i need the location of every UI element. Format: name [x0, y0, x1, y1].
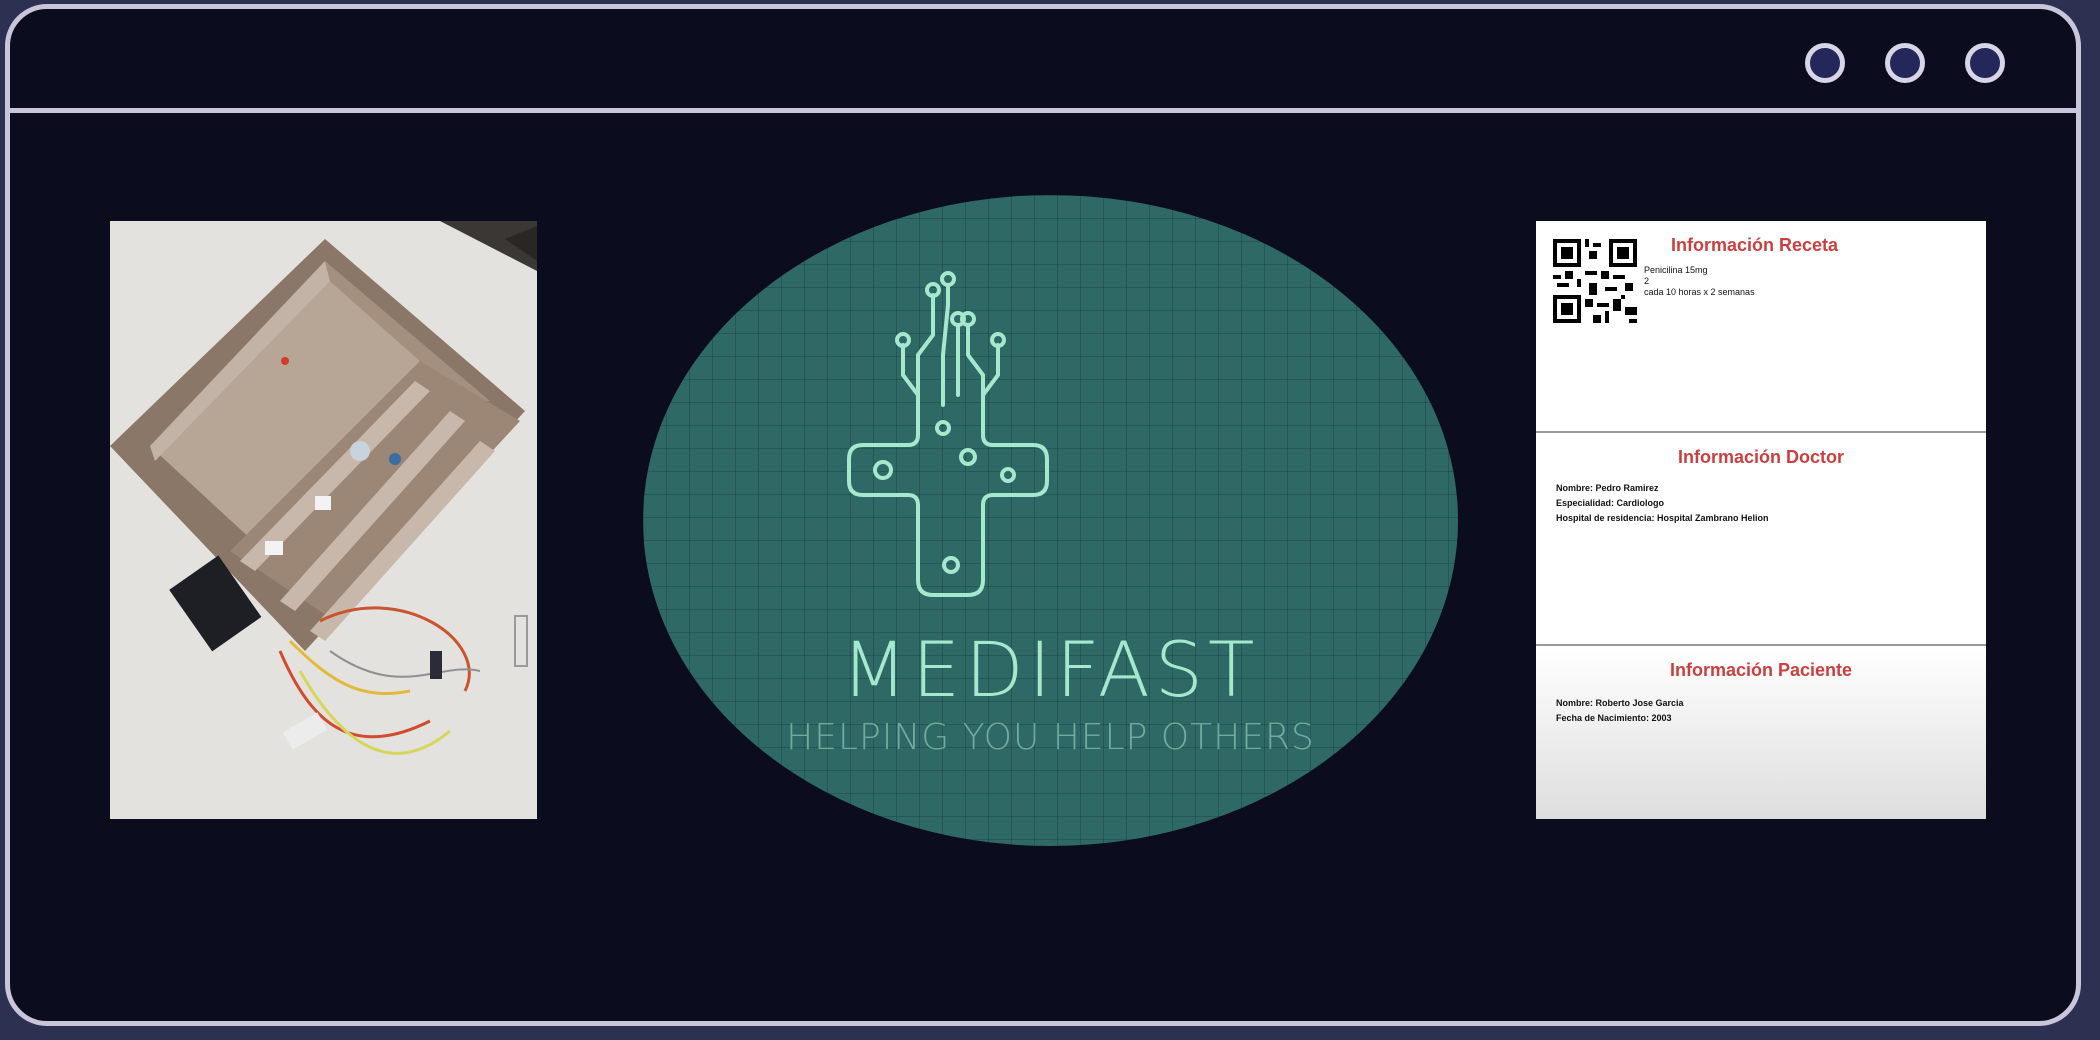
doctor-details: Nombre: Pedro Ramirez Especialidad: Card… [1556, 481, 1769, 526]
dose-line: 2 [1644, 276, 1650, 286]
receta-details: Penicilina 15mg 2 cada 10 horas x 2 sema… [1644, 265, 1755, 298]
receta-section: Información Receta Penicilina 15mg 2 cad… [1536, 221, 1986, 433]
medifast-logo: MEDIFAST HELPING YOU HELP OTHERS [643, 195, 1458, 846]
brand-title: MEDIFAST [841, 625, 1260, 714]
app-window: MEDIFAST HELPING YOU HELP OTHERS Informa… [5, 4, 2081, 1026]
window-dot-2[interactable] [1885, 43, 1925, 83]
window-dot-1[interactable] [1805, 43, 1845, 83]
window-titlebar [10, 9, 2076, 113]
doctor-hospital: Hospital de residencia: Hospital Zambran… [1556, 513, 1769, 523]
receta-title: Información Receta [1671, 235, 1839, 255]
patient-birth: Fecha de Nacimiento: 2003 [1556, 713, 1672, 723]
doctor-section: Información Doctor Nombre: Pedro Ramirez… [1536, 433, 1986, 646]
window-dot-3[interactable] [1965, 43, 2005, 83]
patient-name: Nombre: Roberto Jose Garcia [1556, 698, 1684, 708]
qr-code [1553, 239, 1637, 323]
doctor-specialty: Especialidad: Cardiologo [1556, 498, 1665, 508]
paciente-section: Información Paciente Nombre: Roberto Jos… [1536, 646, 1986, 819]
brand-tagline: HELPING YOU HELP OTHERS [786, 717, 1315, 758]
medication-line: Penicilina 15mg [1644, 265, 1708, 275]
paciente-details: Nombre: Roberto Jose Garcia Fecha de Nac… [1556, 696, 1684, 726]
doctor-name: Nombre: Pedro Ramirez [1556, 483, 1659, 493]
frequency-line: cada 10 horas x 2 semanas [1644, 287, 1755, 297]
doctor-title: Información Doctor [1677, 447, 1844, 467]
paciente-title: Información Paciente [1669, 660, 1853, 680]
prototype-photo [110, 221, 537, 819]
prescription-document: Información Receta Penicilina 15mg 2 cad… [1536, 221, 1986, 819]
